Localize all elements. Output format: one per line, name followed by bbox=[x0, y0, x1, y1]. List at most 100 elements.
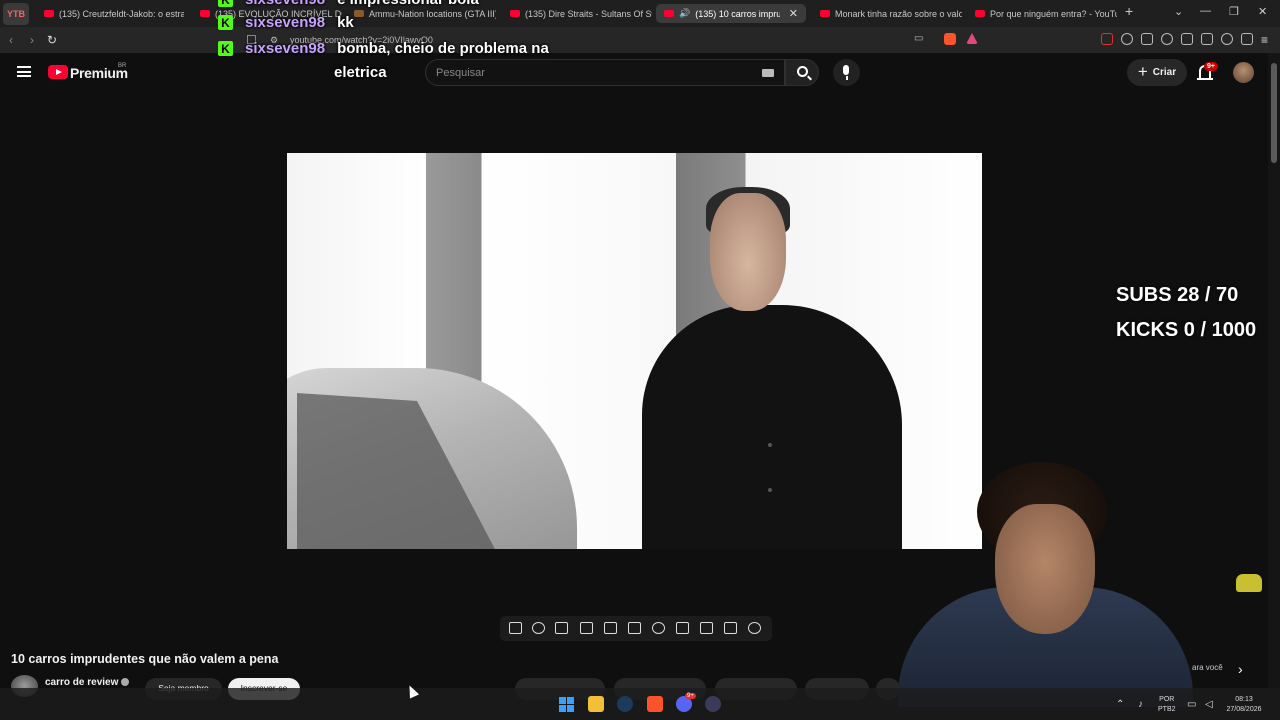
tab-dire-straits[interactable]: (135) Dire Straits - Sultans Of Swin bbox=[502, 4, 652, 23]
windows-start-icon[interactable] bbox=[559, 697, 574, 712]
tab-monark[interactable]: Monark tinha razão sobre o valor bbox=[812, 4, 962, 23]
tab-label: Por que ninguém entra? - YouTube bbox=[990, 8, 1117, 19]
brave-rewards-icon[interactable] bbox=[966, 33, 978, 44]
channel-name[interactable]: carro de review bbox=[45, 677, 118, 688]
brave-browser-icon[interactable] bbox=[647, 696, 663, 712]
youtube-favicon-icon bbox=[44, 10, 54, 17]
subs-goal: SUBS 28 / 70 bbox=[1116, 284, 1239, 306]
app-arrow-icon[interactable] bbox=[705, 696, 721, 712]
tab-ninguem-entra[interactable]: Por que ninguém entra? - YouTube bbox=[967, 4, 1117, 23]
tab-label: (135) Dire Straits - Sultans Of Swin bbox=[525, 8, 652, 19]
sidebar-icon[interactable] bbox=[1181, 33, 1193, 45]
page-scrollbar[interactable] bbox=[1268, 53, 1280, 688]
windows-taskbar: 9+ ⌃ ♪ POR PTB2 ▭ ◁ 08:13 27/08/2026 bbox=[0, 688, 1280, 720]
settings-gear-icon[interactable] bbox=[748, 622, 761, 634]
speaker-icon[interactable]: 🔊 bbox=[679, 8, 690, 19]
youtube-favicon-icon bbox=[820, 10, 830, 17]
clapper-icon[interactable] bbox=[580, 622, 593, 634]
search-icon bbox=[797, 66, 808, 77]
tab-label: (135) 10 carros imprudente bbox=[695, 8, 780, 19]
keyboard-icon[interactable] bbox=[762, 69, 774, 77]
shirt-button bbox=[768, 488, 772, 492]
search-input[interactable]: Pesquisar bbox=[425, 59, 785, 86]
extension-circle-icon[interactable] bbox=[1121, 33, 1133, 45]
restore-icon[interactable]: ❐ bbox=[1229, 5, 1239, 18]
loop-icon[interactable] bbox=[509, 622, 522, 634]
volume-icon[interactable]: ◁ bbox=[1205, 699, 1213, 710]
scroll-thumb[interactable] bbox=[1271, 63, 1277, 163]
keyboard-layout: PTB2 bbox=[1158, 706, 1176, 713]
leo-ai-icon[interactable] bbox=[1221, 33, 1233, 45]
screen: YTB (135) Creutzfeldt-Jakob: o estranho … bbox=[0, 0, 1280, 720]
clock-time: 08:13 bbox=[1235, 696, 1253, 703]
chevron-right-icon[interactable]: › bbox=[1238, 661, 1243, 677]
streamer-face bbox=[995, 504, 1095, 634]
shopping-cart-icon[interactable] bbox=[1236, 574, 1262, 592]
discord-badge: 9+ bbox=[685, 693, 696, 699]
speed-gauge-icon[interactable] bbox=[652, 622, 665, 634]
recommendations-chip[interactable]: ara você bbox=[1192, 663, 1223, 672]
vpn-shield-icon[interactable] bbox=[1241, 33, 1253, 45]
microphone-tray-icon[interactable]: ♪ bbox=[1138, 699, 1143, 710]
new-tab-icon[interactable]: + bbox=[1125, 3, 1133, 19]
chat-username: sixseven98 bbox=[245, 0, 325, 8]
address-bar: ‹ › ↻ ☐ ⚙ youtube.com/watch?v=2i0VIlawvO… bbox=[0, 27, 1280, 53]
cinema-icon[interactable] bbox=[628, 622, 641, 634]
input-language[interactable]: POR PTB2 bbox=[1158, 695, 1176, 715]
tab-creutzfeldt[interactable]: (135) Creutzfeldt-Jakob: o estranho bbox=[36, 4, 184, 23]
chat-text: é impressionar bola bbox=[337, 0, 479, 8]
broadcast-icon[interactable] bbox=[532, 622, 545, 634]
youtube-favicon-icon bbox=[664, 10, 674, 17]
steam-icon[interactable] bbox=[617, 696, 633, 712]
shirt-button bbox=[768, 443, 772, 447]
reload-icon[interactable]: ↻ bbox=[47, 33, 57, 47]
hamburger-menu-icon[interactable] bbox=[17, 66, 31, 77]
youtube-favicon-icon bbox=[975, 10, 985, 17]
chat-username: sixseven98 bbox=[245, 40, 326, 57]
player-extension-toolbar bbox=[500, 616, 772, 641]
video-player[interactable] bbox=[287, 153, 982, 549]
search-button[interactable] bbox=[785, 59, 819, 86]
chat-message-continuation: eletrica bbox=[334, 64, 387, 81]
minimize-icon[interactable]: — bbox=[1200, 5, 1211, 17]
kick-badge-icon: K bbox=[218, 41, 233, 56]
kick-badge-icon: K bbox=[218, 15, 233, 30]
close-tab-icon[interactable]: ✕ bbox=[789, 7, 798, 20]
account-avatar[interactable] bbox=[1233, 62, 1254, 83]
create-button[interactable]: + Criar bbox=[1127, 59, 1187, 86]
network-icon[interactable]: ▭ bbox=[1187, 699, 1196, 710]
brave-shields-icon[interactable] bbox=[944, 33, 956, 45]
menu-icon[interactable]: ≡ bbox=[1261, 33, 1268, 47]
clock[interactable]: 08:13 27/08/2026 bbox=[1224, 695, 1264, 715]
youtube-logo-icon[interactable] bbox=[48, 65, 68, 79]
tab-group-ytb[interactable]: YTB bbox=[3, 2, 29, 25]
lang-code: POR bbox=[1159, 696, 1175, 703]
media-music-icon[interactable] bbox=[1161, 33, 1173, 45]
add-screen-icon[interactable] bbox=[676, 622, 689, 634]
verified-icon bbox=[121, 678, 129, 686]
video-eye-icon[interactable] bbox=[555, 622, 568, 634]
webcam-overlay bbox=[893, 462, 1193, 707]
tab-list-chevron-icon[interactable]: ⌄ bbox=[1174, 5, 1183, 18]
flask-icon[interactable] bbox=[724, 622, 737, 634]
tray-chevron-icon[interactable]: ⌃ bbox=[1116, 699, 1124, 710]
voice-search-mic-icon[interactable] bbox=[833, 59, 860, 86]
forward-icon[interactable]: › bbox=[30, 33, 34, 47]
wallet-icon[interactable] bbox=[1201, 33, 1213, 45]
tab-10-carros-active[interactable]: 🔊 (135) 10 carros imprudente ✕ bbox=[656, 4, 806, 23]
back-icon[interactable]: ‹ bbox=[9, 33, 13, 47]
screenshot-camera-icon[interactable] bbox=[700, 622, 713, 634]
chat-text: eletrica bbox=[334, 64, 387, 81]
close-window-icon[interactable]: ✕ bbox=[1258, 5, 1267, 18]
extensions-puzzle-icon[interactable] bbox=[1141, 33, 1153, 45]
tab-label: Ammu-Nation locations (GTA III) - bbox=[369, 8, 496, 19]
youtube-favicon-icon bbox=[200, 10, 210, 17]
extension-red-icon[interactable] bbox=[1101, 33, 1113, 45]
browser-tab-bar: YTB (135) Creutzfeldt-Jakob: o estranho … bbox=[0, 0, 1280, 27]
cast-icon[interactable]: ▭ bbox=[914, 33, 923, 44]
kicks-goal: KICKS 0 / 1000 bbox=[1116, 319, 1257, 341]
chat-message: Ksixseven98 é impressionar bola bbox=[218, 0, 479, 8]
resize-icon[interactable] bbox=[604, 622, 617, 634]
search-placeholder: Pesquisar bbox=[436, 67, 485, 79]
file-explorer-icon[interactable] bbox=[588, 696, 604, 712]
